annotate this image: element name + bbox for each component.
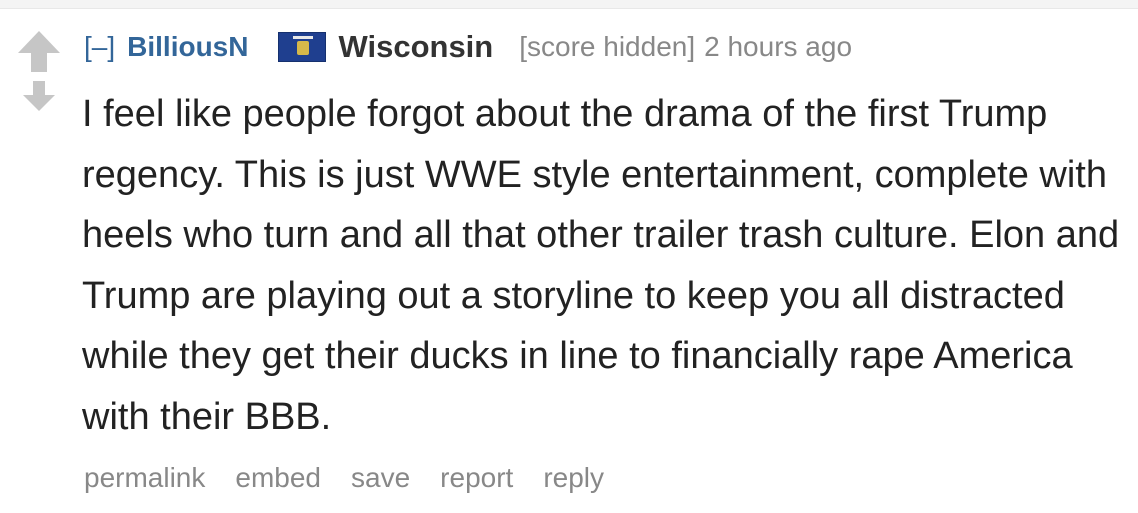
vote-controls [18,31,60,115]
comment-tagline: [–] BilliousN Wisconsin [score hidden] 2… [84,27,852,67]
upvote-arrow-icon[interactable] [18,31,60,73]
save-button[interactable]: save [351,462,410,494]
collapse-toggle[interactable]: [–] [84,31,115,63]
user-flair: Wisconsin [338,29,494,64]
wisconsin-flag-icon [278,32,327,62]
timestamp: 2 hours ago [704,31,853,62]
score-status: [score hidden] [519,31,696,62]
author-link[interactable]: BilliousN [127,31,248,63]
comment: [–] BilliousN Wisconsin [score hidden] 2… [0,8,1138,513]
comment-actions: permalink embed save report reply [84,462,634,494]
downvote-arrow-icon[interactable] [18,81,60,115]
reply-button[interactable]: reply [543,462,604,494]
report-button[interactable]: report [440,462,513,494]
permalink-button[interactable]: permalink [84,462,205,494]
embed-button[interactable]: embed [235,462,321,494]
comment-body: I feel like people forgot about the dram… [82,93,1120,438]
